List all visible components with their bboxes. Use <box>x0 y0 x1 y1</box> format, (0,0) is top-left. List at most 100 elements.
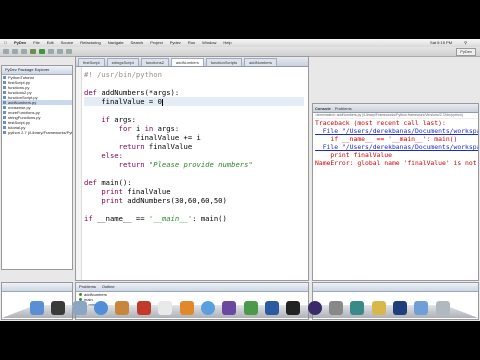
menu-window[interactable]: Window <box>202 39 216 47</box>
terminal-icon[interactable] <box>286 301 301 315</box>
app-icon-purple[interactable] <box>222 301 237 315</box>
mail-icon[interactable] <box>72 301 87 315</box>
menu-help[interactable]: Help <box>223 39 231 47</box>
clock: Sat 5:15 PM <box>430 40 453 45</box>
code-token: print <box>101 196 128 205</box>
code-token: if <box>84 214 97 223</box>
run-icon[interactable] <box>39 49 45 54</box>
console-line: if __name__ == '__main__': main() <box>315 135 458 143</box>
code-line: #! /usr/bin/python <box>84 70 162 79</box>
spotlight-icon[interactable]: ⚲ <box>464 39 467 47</box>
app-icon-darkblue[interactable] <box>393 301 408 315</box>
app-icon-orange[interactable] <box>179 301 194 315</box>
forward-icon[interactable] <box>66 49 72 54</box>
code-token: "Please provide numbers" <box>148 160 253 169</box>
dashboard-icon[interactable] <box>51 301 66 315</box>
code-token: : main() <box>192 214 227 223</box>
editor-tabs: firstScript stringsScript functions2 addNum… <box>76 57 308 67</box>
code-token: else: <box>101 151 123 160</box>
code-token: args: <box>157 124 180 133</box>
new-icon[interactable] <box>3 49 9 54</box>
editor-tab[interactable]: stringsScript <box>106 58 139 66</box>
code-token: __name__ == <box>96 214 149 223</box>
editor-tab[interactable]: functions2 <box>140 58 169 66</box>
menu-edit[interactable]: Edit <box>47 39 54 47</box>
app-icon-green[interactable] <box>243 301 258 315</box>
perspective-button[interactable]: PyDev <box>456 48 476 56</box>
music-icon[interactable] <box>200 301 215 315</box>
code-editor: firstScript stringsScript functions2 addNum… <box>75 56 309 281</box>
tab-console[interactable]: Console <box>315 106 331 111</box>
code-line: finalValue = 0 <box>84 97 304 106</box>
debug-icon[interactable] <box>30 49 36 54</box>
editor-tab[interactable]: firstScript <box>78 58 105 66</box>
explorer-item[interactable]: python 2.7 (/Library/Frameworks/Python..… <box>2 130 72 135</box>
code-token: finalValue += i <box>84 133 201 142</box>
app-icon-blue[interactable] <box>264 301 279 315</box>
menu-file[interactable]: File <box>33 39 39 47</box>
code-token: def <box>84 88 102 97</box>
console-line: Traceback (most recent call last): <box>315 119 446 127</box>
code-line: else: <box>84 151 123 160</box>
photo-icon[interactable] <box>115 301 130 315</box>
explorer-header: PyDev Package Explorer <box>2 66 72 75</box>
folder-icon[interactable] <box>414 301 429 315</box>
menu-pydev[interactable]: Pydev <box>170 39 181 47</box>
ide-window:  PyDev File Edit Source Refactoring Nav… <box>0 39 480 321</box>
editor-tab[interactable]: addNumbers <box>170 58 204 66</box>
menu-search[interactable]: Search <box>131 39 144 47</box>
safari-icon[interactable] <box>94 301 109 315</box>
print-icon[interactable] <box>21 49 27 54</box>
console-output: Traceback (most recent call last): File … <box>313 119 478 167</box>
code-token: args: <box>114 115 136 124</box>
code-token: main(): <box>101 178 132 187</box>
code-line: print addNumbers(30,60,60,50) <box>84 196 227 205</box>
app-icon-gray[interactable] <box>329 301 344 315</box>
menu-refactoring[interactable]: Refactoring <box>80 39 100 47</box>
code-token: if <box>101 115 115 124</box>
calendar-icon[interactable] <box>158 301 173 315</box>
code-line: if args: <box>84 115 136 124</box>
code-token: def <box>84 178 102 187</box>
eclipse-icon[interactable] <box>307 301 322 315</box>
save-icon[interactable] <box>12 49 18 54</box>
code-line: if __name__ == '__main__': main() <box>84 214 227 223</box>
finder-icon[interactable] <box>30 301 44 315</box>
code-area[interactable]: #! /usr/bin/python def addNumbers(*args):… <box>76 67 308 280</box>
menu-source[interactable]: Source <box>61 39 74 47</box>
code-token: return <box>118 142 149 151</box>
app-icon-red[interactable] <box>136 301 151 315</box>
editor-tab[interactable]: addNumbers <box>244 58 277 66</box>
menu-project[interactable]: Project <box>150 39 162 47</box>
tab-problems[interactable]: Problems <box>335 106 352 111</box>
editor-tab[interactable]: functionScripts <box>205 58 243 66</box>
code-token: finalValue = 0 <box>84 97 162 106</box>
menu-run[interactable]: Run <box>188 39 195 47</box>
code-token: print <box>101 187 128 196</box>
explorer-tree: PythonTutorial firstScript.py functions.py… <box>2 75 72 135</box>
code-line: finalValue += i <box>84 133 201 142</box>
console-file-link[interactable]: File "/Users/derekbanas/Documents/worksp… <box>313 127 478 135</box>
code-token: addNumbers(30,60,60,50) <box>127 196 227 205</box>
text-cursor <box>161 98 163 106</box>
console-file-link[interactable]: File "/Users/derekbanas/Documents/worksp… <box>313 143 478 151</box>
tab-package-explorer[interactable]: PyDev Package Explorer <box>5 66 49 74</box>
search-icon[interactable] <box>48 49 54 54</box>
console-line: NameError: global name 'finalValue' is n… <box>315 159 479 167</box>
app-icon-yellow[interactable] <box>371 301 386 315</box>
back-icon[interactable] <box>57 49 63 54</box>
dock-icons <box>30 297 450 315</box>
menu-navigate[interactable]: Navigate <box>108 39 124 47</box>
package-explorer: PyDev Package Explorer PythonTutorial fir… <box>1 65 73 270</box>
app-name[interactable]: PyDev <box>14 39 26 47</box>
trash-icon[interactable] <box>435 301 450 315</box>
console-line: print finalValue <box>315 151 392 159</box>
apple-menu-icon[interactable]:  <box>4 39 7 47</box>
app-icon-teal[interactable] <box>350 301 365 315</box>
code-token: #! /usr/bin/python <box>84 70 162 79</box>
code-line: print finalValue <box>84 187 170 196</box>
